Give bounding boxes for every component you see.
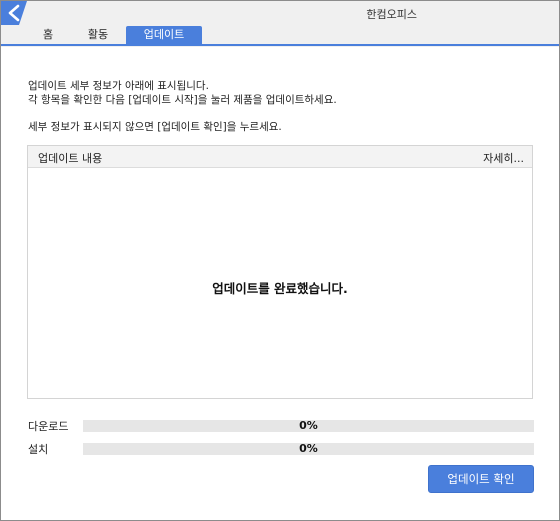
description-line-3: 세부 정보가 표시되지 않으면 [업데이트 확인]을 누르세요. — [28, 121, 282, 133]
check-update-button[interactable]: 업데이트 확인 — [428, 465, 534, 493]
update-list-panel: 업데이트 내용 자세히... 업데이트를 완료했습니다. — [27, 145, 533, 399]
tab-update[interactable]: 업데이트 — [126, 26, 202, 44]
install-progress-text: 0% — [299, 442, 318, 455]
update-page: 업데이트 세부 정보가 아래에 표시됩니다. 각 항목을 확인한 다음 [업데이… — [1, 47, 559, 520]
download-progress-text: 0% — [299, 419, 318, 432]
tab-bar: 홈 활동 업데이트 — [1, 25, 559, 46]
install-progress-bar: 0% — [83, 442, 534, 455]
title-bar: 한컴오피스 — [1, 1, 559, 25]
install-label: 설치 — [28, 443, 49, 456]
description-line-2: 각 항목을 확인한 다음 [업데이트 시작]을 눌러 제품을 업데이트하세요. — [28, 94, 337, 106]
tab-underline — [1, 44, 559, 46]
tab-activity[interactable]: 활동 — [77, 26, 119, 44]
update-complete-message: 업데이트를 완료했습니다. — [212, 281, 348, 296]
hancom-office-window: 한컴오피스 홈 활동 업데이트 업데이트 세부 정보가 아래에 표시됩니다. 각… — [0, 0, 560, 521]
column-update-content: 업데이트 내용 — [38, 152, 103, 165]
tab-home[interactable]: 홈 — [31, 26, 65, 44]
download-progress-bar: 0% — [83, 419, 534, 432]
update-list-header: 업데이트 내용 자세히... — [28, 146, 532, 168]
details-link[interactable]: 자세히... — [483, 150, 524, 166]
download-label: 다운로드 — [28, 420, 69, 433]
description-line-1: 업데이트 세부 정보가 아래에 표시됩니다. — [28, 80, 209, 92]
window-title: 한컴오피스 — [366, 8, 417, 21]
